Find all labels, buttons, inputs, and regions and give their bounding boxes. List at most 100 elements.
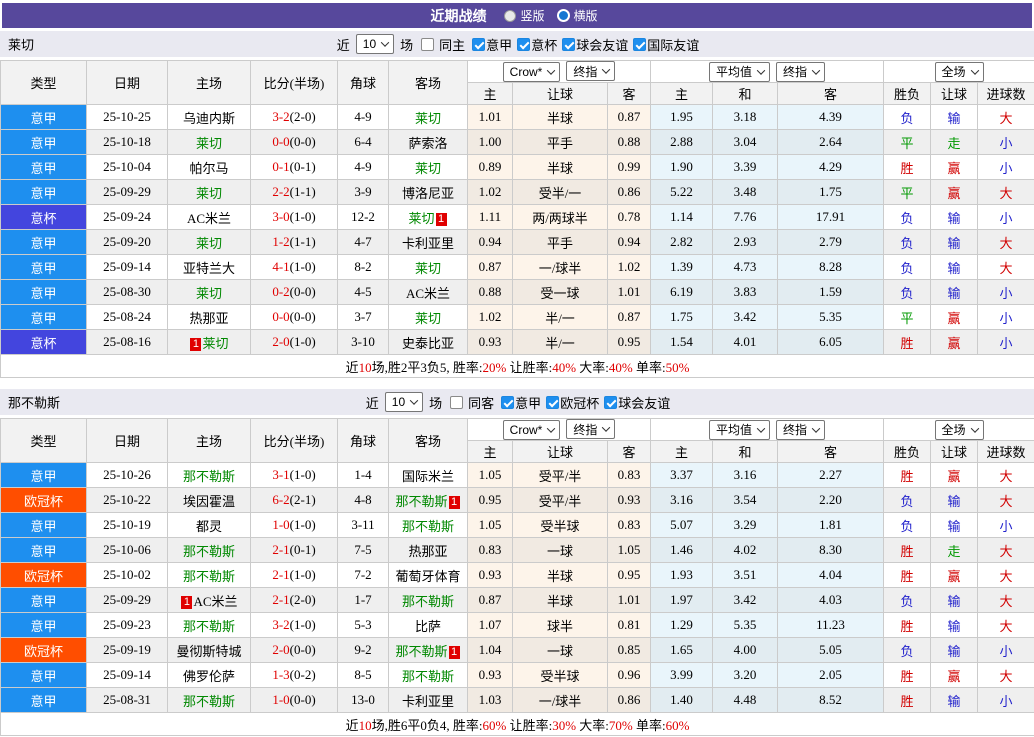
layout-radio-vertical[interactable]: 竖版 bbox=[504, 7, 545, 24]
bookmaker-select[interactable]: Crow* bbox=[502, 419, 561, 440]
result-goals: 大 bbox=[977, 487, 1034, 513]
home-cell: AC米兰 bbox=[167, 204, 251, 230]
league-badge: 意甲 bbox=[0, 279, 87, 305]
sub-column-header: 和 bbox=[712, 82, 779, 105]
result-goals: 大 bbox=[977, 562, 1034, 588]
scope-select[interactable]: 全场 bbox=[934, 61, 984, 82]
match-score: 0-1(0-1) bbox=[250, 154, 338, 180]
summary-part: 60% bbox=[482, 717, 507, 733]
sub-column-header: 进球数 bbox=[977, 82, 1034, 105]
competition-checkbox[interactable] bbox=[546, 395, 560, 409]
result-handicap: 输 bbox=[930, 487, 979, 513]
avg-home-odds: 1.39 bbox=[650, 254, 714, 280]
match-date: 25-09-24 bbox=[86, 204, 168, 230]
sub-column-header: 客 bbox=[777, 82, 885, 105]
avg-away-odds: 5.05 bbox=[777, 637, 885, 663]
red-card-badge: 1 bbox=[448, 495, 460, 509]
handicap-odds-home: 1.02 bbox=[467, 304, 513, 330]
column-header: 类型 bbox=[0, 418, 87, 463]
result-goals: 小 bbox=[977, 329, 1034, 355]
result-wdl: 负 bbox=[883, 254, 932, 280]
match-row: 欧冠杯 25-09-19 曼彻斯特城 2-0(0-0) 9-2 那不勒斯 1 1.04 一球 0.… bbox=[0, 637, 1034, 663]
average-odds-group-header: 平均值 终指 bbox=[650, 418, 885, 441]
avg-away-odds: 4.39 bbox=[777, 104, 885, 130]
avg-final-odds-select[interactable]: 终指 bbox=[776, 419, 826, 440]
result-handicap: 输 bbox=[930, 229, 979, 255]
competition-checkbox[interactable] bbox=[633, 37, 647, 51]
match-date: 25-09-19 bbox=[86, 637, 168, 663]
select-value: 终指 bbox=[573, 422, 598, 437]
result-group-header: 全场 bbox=[883, 418, 1034, 441]
match-score: 3-2(2-0) bbox=[250, 104, 338, 130]
avg-home-odds: 1.40 bbox=[650, 687, 714, 713]
result-wdl: 负 bbox=[883, 487, 932, 513]
competition-checkbox[interactable] bbox=[501, 395, 515, 409]
average-select[interactable]: 平均值 bbox=[709, 419, 771, 440]
fulltime-score: 1-0 bbox=[272, 692, 290, 707]
avg-home-odds: 1.54 bbox=[650, 329, 714, 355]
handicap-odds-away: 0.94 bbox=[606, 229, 652, 255]
avg-draw-odds: 3.39 bbox=[712, 154, 779, 180]
result-handicap: 赢 bbox=[930, 562, 979, 588]
avg-home-odds: 2.88 bbox=[650, 129, 714, 155]
average-select[interactable]: 平均值 bbox=[709, 61, 771, 82]
away-cell: 葡萄牙体育 bbox=[388, 562, 468, 588]
competition-checkbox[interactable] bbox=[472, 37, 486, 51]
result-wdl: 负 bbox=[883, 587, 932, 613]
competition-checkbox[interactable] bbox=[604, 395, 618, 409]
same-venue-checkbox[interactable] bbox=[421, 37, 435, 51]
games-count-select[interactable]: 10 bbox=[384, 392, 424, 412]
halftime-score: (0-1) bbox=[289, 159, 316, 174]
corner-count: 4-9 bbox=[337, 154, 389, 180]
avg-away-odds: 5.35 bbox=[777, 304, 885, 330]
games-count-select[interactable]: 10 bbox=[355, 34, 395, 54]
corner-count: 4-9 bbox=[337, 104, 389, 130]
handicap-line: 平手 bbox=[512, 229, 608, 255]
record-summary: 近10场,胜2平3负5, 胜率:20% 让胜率:40% 大率:40% 单率:50… bbox=[0, 354, 1034, 378]
avg-home-odds: 1.97 bbox=[650, 587, 714, 613]
fulltime-score: 3-2 bbox=[272, 109, 290, 124]
chevron-down-icon bbox=[756, 65, 766, 75]
competition-label: 国际友谊 bbox=[647, 37, 700, 53]
sub-column-header: 让球 bbox=[930, 440, 979, 463]
handicap-line: 半球 bbox=[512, 154, 608, 180]
away-cell: 萨索洛 bbox=[388, 129, 468, 155]
handicap-line: 半球 bbox=[512, 587, 608, 613]
sub-column-header: 客 bbox=[606, 440, 652, 463]
away-cell: 国际米兰 bbox=[388, 462, 468, 488]
avg-final-odds-select[interactable]: 终指 bbox=[776, 61, 826, 82]
competition-checkbox[interactable] bbox=[517, 37, 531, 51]
column-header: 类型 bbox=[0, 60, 87, 105]
home-team-name: 那不勒斯 bbox=[182, 693, 235, 709]
result-goals: 小 bbox=[977, 204, 1034, 230]
scope-select[interactable]: 全场 bbox=[934, 419, 984, 440]
page-title: 近期战绩 bbox=[430, 7, 487, 24]
radio-icon[interactable] bbox=[504, 9, 517, 22]
radio-icon[interactable] bbox=[556, 9, 570, 22]
chevron-down-icon bbox=[970, 65, 979, 75]
select-value: Crow* bbox=[509, 422, 543, 437]
avg-away-odds: 6.05 bbox=[777, 329, 885, 355]
final-odds-select[interactable]: 终指 bbox=[566, 419, 616, 440]
result-wdl: 负 bbox=[883, 279, 932, 305]
same-venue-checkbox[interactable] bbox=[450, 395, 464, 409]
league-badge: 意甲 bbox=[0, 179, 87, 205]
select-value: 终指 bbox=[573, 64, 598, 79]
sub-column-header: 客 bbox=[777, 440, 885, 463]
summary-part: 让胜率: bbox=[506, 359, 553, 375]
bookmaker-select[interactable]: Crow* bbox=[502, 61, 561, 82]
competition-checkbox[interactable] bbox=[562, 37, 576, 51]
league-badge: 意甲 bbox=[0, 537, 87, 563]
home-team-name: 莱切 bbox=[202, 335, 229, 351]
away-team-name: 那不勒斯 bbox=[401, 668, 454, 684]
match-row: 意杯 25-09-24 AC米兰 3-0(1-0) 12-2 莱切 1 1.11 两/两球半 0.… bbox=[0, 204, 1034, 230]
fulltime-score: 2-0 bbox=[272, 642, 290, 657]
league-badge: 意甲 bbox=[0, 512, 87, 538]
final-odds-select[interactable]: 终指 bbox=[566, 61, 616, 82]
home-cell: 帕尔马 bbox=[167, 154, 251, 180]
result-handicap: 赢 bbox=[930, 179, 979, 205]
column-header: 客场 bbox=[388, 60, 468, 105]
match-row: 意甲 25-10-04 帕尔马 0-1(0-1) 4-9 莱切 0.89 半球 0.99 1.90… bbox=[0, 154, 1034, 180]
layout-radio-horizontal[interactable]: 横版 bbox=[556, 7, 598, 24]
away-cell: 那不勒斯 1 bbox=[388, 637, 468, 663]
